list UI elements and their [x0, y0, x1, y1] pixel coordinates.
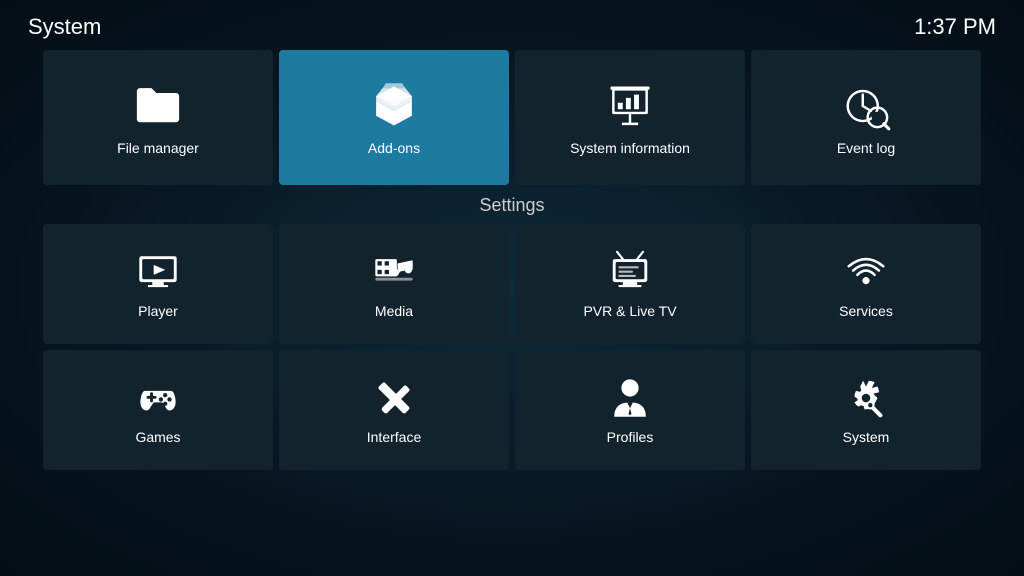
- addons-icon: [368, 80, 420, 132]
- tile-services[interactable]: Services: [751, 224, 981, 344]
- tile-pvr-live-tv[interactable]: PVR & Live TV: [515, 224, 745, 344]
- tile-games[interactable]: Games: [43, 350, 273, 470]
- tile-services-label: Services: [839, 303, 893, 319]
- tile-profiles-label: Profiles: [607, 429, 654, 445]
- media-icon: [371, 249, 417, 295]
- tile-media[interactable]: Media: [279, 224, 509, 344]
- tile-interface[interactable]: Interface: [279, 350, 509, 470]
- tile-file-manager[interactable]: File manager: [43, 50, 273, 185]
- settings-title: Settings: [0, 195, 1024, 216]
- services-icon: [843, 249, 889, 295]
- header: System 1:37 PM: [0, 0, 1024, 50]
- top-tiles-row: File manager Add-ons: [0, 50, 1024, 185]
- tile-profiles[interactable]: Profiles: [515, 350, 745, 470]
- tile-system[interactable]: System: [751, 350, 981, 470]
- tile-system-information[interactable]: System information: [515, 50, 745, 185]
- clock: 1:37 PM: [914, 14, 996, 40]
- tile-event-log-label: Event log: [837, 140, 895, 156]
- tile-player[interactable]: Player: [43, 224, 273, 344]
- settings-row-1: Player Media: [0, 224, 1024, 344]
- tile-player-label: Player: [138, 303, 178, 319]
- tile-add-ons-label: Add-ons: [368, 140, 420, 156]
- player-icon: [135, 249, 181, 295]
- system-info-icon: [604, 80, 656, 132]
- tile-file-manager-label: File manager: [117, 140, 199, 156]
- tile-system-label: System: [843, 429, 890, 445]
- profiles-icon: [607, 375, 653, 421]
- tile-interface-label: Interface: [367, 429, 421, 445]
- pvr-icon: [607, 249, 653, 295]
- tile-add-ons[interactable]: Add-ons: [279, 50, 509, 185]
- page-title: System: [28, 14, 101, 40]
- event-log-icon: [840, 80, 892, 132]
- folder-icon: [132, 80, 184, 132]
- tile-pvr-label: PVR & Live TV: [583, 303, 676, 319]
- tile-media-label: Media: [375, 303, 413, 319]
- tile-event-log[interactable]: Event log: [751, 50, 981, 185]
- tile-games-label: Games: [135, 429, 180, 445]
- interface-icon: [371, 375, 417, 421]
- system-settings-icon: [843, 375, 889, 421]
- settings-section: Settings Player: [0, 195, 1024, 470]
- settings-row-2: Games Interface: [0, 350, 1024, 470]
- games-icon: [135, 375, 181, 421]
- tile-system-info-label: System information: [570, 140, 690, 156]
